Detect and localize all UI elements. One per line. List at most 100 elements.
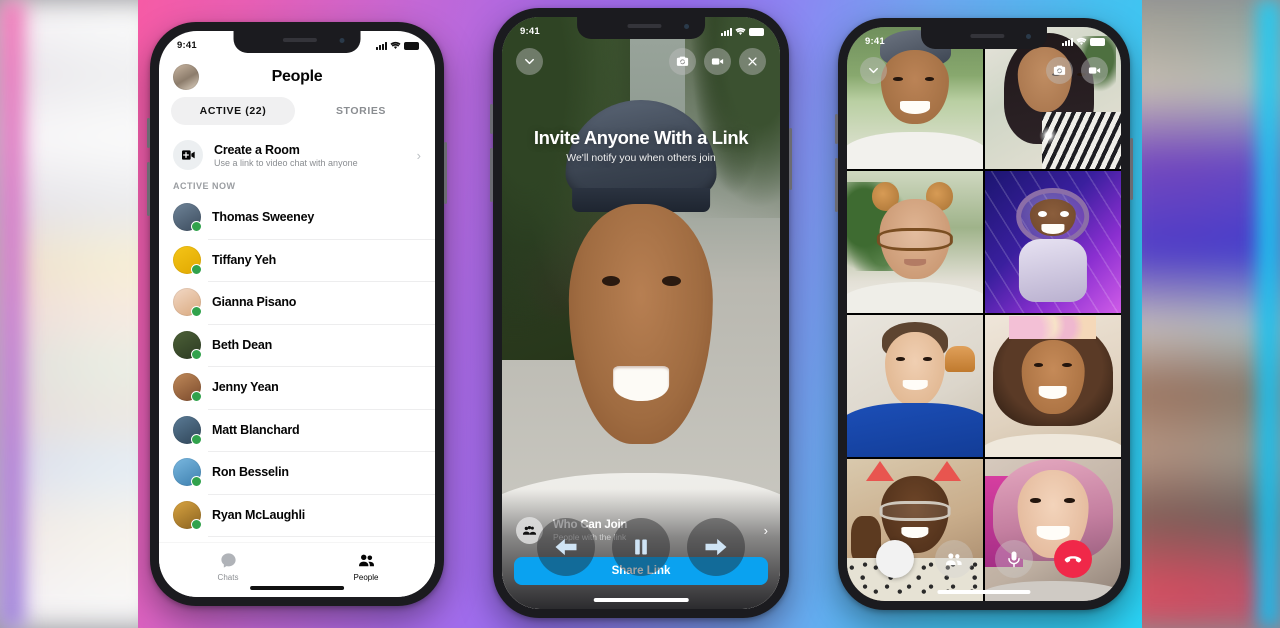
camera-shutter-icon[interactable] <box>875 540 914 578</box>
status-indicators <box>721 27 764 36</box>
contact-name: Tiffany Yeh <box>212 252 277 267</box>
list-item[interactable]: Thomas Sweeney <box>159 196 435 239</box>
avatar <box>173 203 202 233</box>
minimize-chevron-down-icon[interactable] <box>860 56 887 84</box>
list-item[interactable]: Ron Besselin <box>159 451 435 494</box>
mouth <box>900 101 931 114</box>
avatar[interactable] <box>173 64 199 90</box>
gradient-stage: 9:41 People ACTIVE (22) STORIES Create a… <box>138 0 1142 628</box>
flip-camera-icon[interactable] <box>669 47 696 75</box>
phone1-screen: 9:41 People ACTIVE (22) STORIES Create a… <box>159 31 435 597</box>
cellular-signal-icon <box>721 27 732 36</box>
create-room-title: Create a Room <box>214 142 300 157</box>
list-item[interactable]: Beth Dean <box>159 323 435 367</box>
backdrop-right-edge <box>1258 0 1280 628</box>
who-can-join-title: Who Can Join <box>553 518 628 531</box>
phone-mockup-invite-link: 9:41 Invite Anyone With a Link We'll not… <box>490 8 792 618</box>
flip-camera-icon[interactable] <box>1046 56 1073 84</box>
status-time: 9:41 <box>520 26 540 37</box>
avatar <box>173 373 202 403</box>
participant-tile[interactable] <box>984 170 1121 314</box>
minimize-chevron-down-icon[interactable] <box>516 47 543 75</box>
home-indicator <box>937 590 1031 594</box>
tab-active[interactable]: ACTIVE (22) <box>171 97 295 125</box>
phone2-bottom-sheet: Who Can Join People with the link › Shar… <box>502 489 780 609</box>
list-item[interactable]: Matt Blanchard <box>159 408 435 452</box>
phone2-screen: 9:41 Invite Anyone With a Link We'll not… <box>502 17 780 609</box>
cellular-signal-icon <box>376 41 387 50</box>
invite-title: Invite Anyone With a Link <box>533 127 749 148</box>
who-can-join-row[interactable]: Who Can Join People with the link › <box>516 513 768 547</box>
phone3-screen: 9:41 <box>847 27 1121 601</box>
backdrop-right <box>1120 0 1280 628</box>
nav-label-people: People <box>353 572 379 582</box>
participant-tile[interactable] <box>847 314 984 458</box>
phone-mockup-group-call: 9:41 <box>835 18 1133 610</box>
participant-tile[interactable] <box>847 170 984 314</box>
close-x-icon[interactable] <box>739 47 766 75</box>
list-item[interactable]: Gianna Pisano <box>159 281 435 324</box>
microphone-icon[interactable] <box>994 540 1033 578</box>
add-people-icon[interactable] <box>935 540 974 578</box>
left-eye <box>601 275 620 286</box>
invite-subtitle: We'll notify you when others join <box>566 152 716 164</box>
status-time: 9:41 <box>177 40 197 51</box>
phone3-side-button <box>1130 138 1133 200</box>
lamp <box>945 346 976 372</box>
avatar <box>173 415 202 445</box>
create-a-room-row[interactable]: Create a Room Use a link to video chat w… <box>159 133 435 177</box>
contact-name: Beth Dean <box>212 337 273 352</box>
front-camera <box>1026 34 1032 39</box>
front-camera <box>683 24 689 29</box>
phone2-notch <box>577 17 705 39</box>
right-eye <box>1063 498 1075 504</box>
status-indicators <box>376 41 419 50</box>
video-camera-icon[interactable] <box>704 47 731 75</box>
contact-name: Matt Blanchard <box>212 422 300 437</box>
list-item[interactable]: Jenny Yean <box>159 366 435 409</box>
avatar <box>173 330 202 360</box>
home-indicator <box>250 586 344 590</box>
flower-crown-filter-icon <box>1009 316 1097 339</box>
call-controls <box>847 531 1121 587</box>
share-link-button[interactable]: Share Link <box>514 557 768 585</box>
phone3-notch <box>920 27 1048 49</box>
section-label-active-now: ACTIVE NOW <box>173 181 236 191</box>
top <box>984 434 1121 458</box>
avatar <box>173 245 202 275</box>
avatar <box>173 500 202 530</box>
contact-name: Ron Besselin <box>212 465 289 480</box>
participant-tile[interactable] <box>984 314 1121 458</box>
tab-stories[interactable]: STORIES <box>299 97 423 125</box>
spacesuit <box>1018 239 1087 302</box>
sparkle-filter-icon <box>1039 123 1059 147</box>
battery-icon <box>404 41 419 50</box>
blue-hoodie <box>847 403 984 458</box>
phone2-top-controls <box>502 41 780 81</box>
wifi-icon <box>1076 37 1087 45</box>
video-camera-icon[interactable] <box>1081 56 1108 84</box>
battery-icon <box>1090 37 1105 46</box>
speaker-grill <box>283 38 318 42</box>
list-item[interactable]: Ryan McLaughli <box>159 493 435 537</box>
chat-bubble-icon <box>220 552 236 568</box>
cat-ears-filter-icon <box>933 461 962 482</box>
contact-list[interactable]: Thomas Sweeney Tiffany Yeh Gianna Pisano… <box>159 196 435 597</box>
create-room-subtitle: Use a link to video chat with anyone <box>214 157 358 168</box>
contact-name: Ryan McLaughli <box>212 507 306 522</box>
phone2-top-right-controls <box>669 47 766 75</box>
backdrop-left <box>0 0 160 628</box>
chevron-right-icon: › <box>763 522 768 538</box>
list-item[interactable]: Tiffany Yeh <box>159 238 435 282</box>
participant-video-grid <box>847 27 1121 601</box>
create-room-text: Create a Room Use a link to video chat w… <box>214 143 406 168</box>
cellular-signal-icon <box>1062 37 1073 46</box>
phone2-side-button <box>789 128 792 190</box>
wifi-icon <box>735 27 746 35</box>
home-indicator <box>593 598 689 602</box>
glasses <box>879 501 951 522</box>
phone1-header: People <box>159 55 435 99</box>
end-call-icon[interactable] <box>1054 540 1093 578</box>
who-can-join-subtitle: People with the link <box>553 531 627 542</box>
smiling-mouth <box>613 366 669 401</box>
